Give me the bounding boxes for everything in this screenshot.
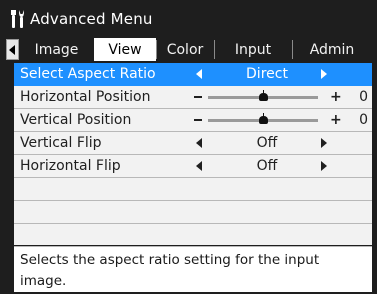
menu-row-vertical-position[interactable]: Vertical Position + 0	[14, 109, 372, 132]
osd-menu-window: Advanced Menu Image View Color Input Adm…	[0, 0, 377, 294]
right-arrow-icon[interactable]	[321, 138, 327, 148]
left-arrow-icon	[9, 45, 16, 55]
plus-icon[interactable]: +	[330, 112, 342, 128]
menu-title: Advanced Menu	[30, 10, 153, 28]
row-label: Vertical Position	[20, 112, 131, 128]
menu-row-horizontal-flip[interactable]: Horizontal Flip Off	[14, 155, 372, 178]
slider-track[interactable]	[208, 96, 318, 99]
menu-row-empty	[14, 178, 372, 201]
slider-control: + 0	[182, 86, 372, 108]
option-value: Direct	[212, 66, 322, 82]
slider-value: 0	[359, 112, 368, 128]
right-arrow-icon[interactable]	[321, 161, 327, 171]
right-arrow-icon[interactable]	[321, 69, 327, 79]
tab-bar: Image View Color Input Admin	[6, 38, 372, 61]
option-selector: Off	[182, 155, 372, 177]
row-label: Vertical Flip	[20, 135, 102, 151]
minus-icon[interactable]	[194, 96, 202, 98]
tab-image[interactable]: Image	[19, 38, 94, 61]
option-selector: Off	[182, 132, 372, 154]
slider-value: 0	[359, 89, 368, 105]
menu-row-vertical-flip[interactable]: Vertical Flip Off	[14, 132, 372, 155]
help-text: Selects the aspect ratio setting for the…	[20, 252, 319, 289]
row-label: Horizontal Position	[20, 89, 150, 105]
menu-row-horizontal-position[interactable]: Horizontal Position + 0	[14, 86, 372, 109]
menu-row-empty	[14, 201, 372, 224]
slider-thumb[interactable]	[259, 93, 268, 101]
tab-view[interactable]: View	[94, 38, 156, 61]
slider-track[interactable]	[208, 119, 318, 122]
tab-admin[interactable]: Admin	[292, 38, 372, 61]
left-arrow-icon[interactable]	[196, 161, 202, 171]
menu-row-aspect-ratio[interactable]: Select Aspect Ratio Direct	[14, 63, 372, 86]
minus-icon[interactable]	[194, 119, 202, 121]
row-label: Horizontal Flip	[20, 158, 121, 174]
tab-prev-button[interactable]	[6, 39, 19, 60]
option-selector: Direct	[182, 63, 372, 85]
menu-row-empty	[14, 224, 372, 247]
tools-icon	[10, 9, 26, 29]
slider-control: + 0	[182, 109, 372, 131]
title-bar: Advanced Menu	[10, 4, 370, 34]
slider-thumb[interactable]	[259, 116, 268, 124]
tab-input[interactable]: Input	[214, 38, 292, 61]
help-text-panel: Selects the aspect ratio setting for the…	[14, 247, 372, 292]
plus-icon[interactable]: +	[330, 89, 342, 105]
option-value: Off	[212, 135, 322, 151]
option-value: Off	[212, 158, 322, 174]
left-arrow-icon[interactable]	[196, 138, 202, 148]
menu-list: Select Aspect Ratio Direct Horizontal Po…	[14, 63, 372, 245]
row-label: Select Aspect Ratio	[20, 66, 156, 82]
tab-color[interactable]: Color	[156, 38, 214, 61]
left-arrow-icon[interactable]	[196, 69, 202, 79]
